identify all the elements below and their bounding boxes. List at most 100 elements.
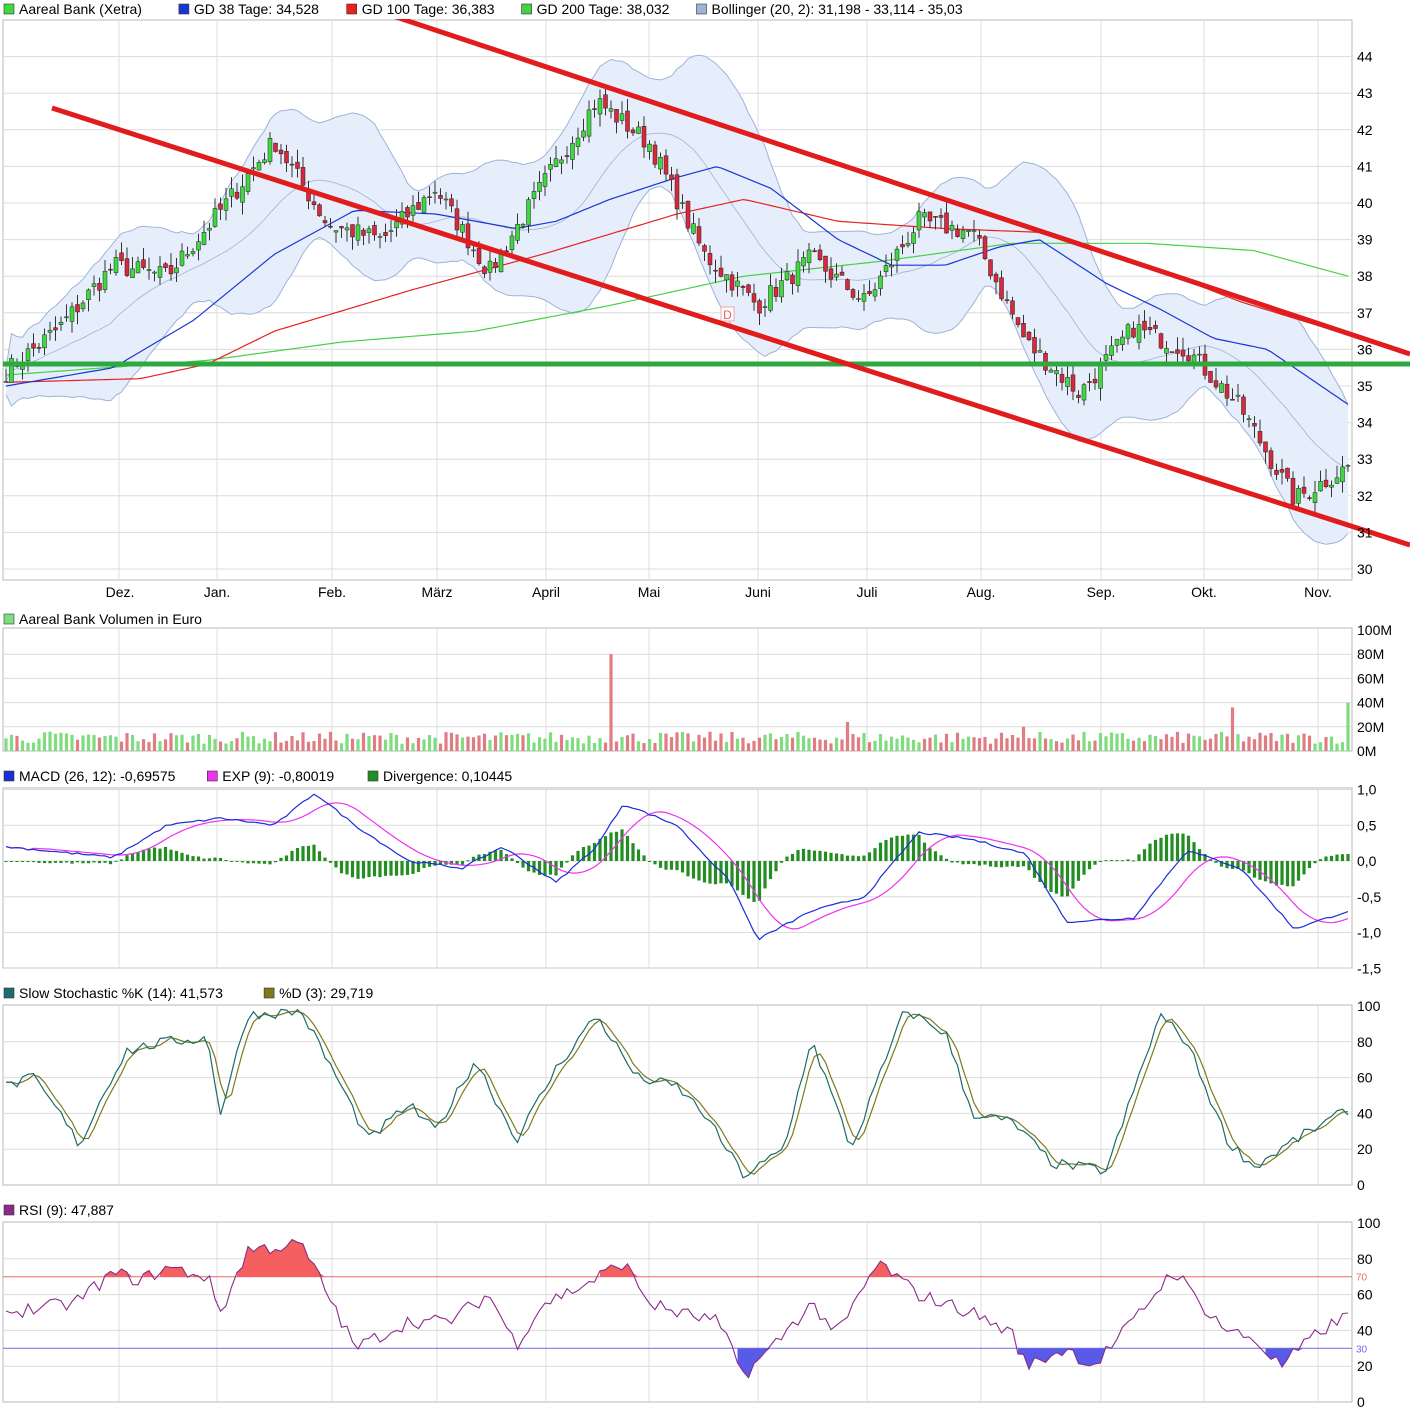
divergence-bar — [680, 861, 685, 873]
candle-body — [735, 280, 740, 287]
volume-bar — [752, 740, 756, 751]
divergence-bar — [1324, 856, 1328, 861]
divergence-bar — [174, 850, 179, 861]
candle-body — [102, 270, 108, 290]
candle-body — [575, 137, 581, 147]
candle-body — [174, 267, 179, 274]
candle-body — [25, 348, 31, 362]
legend-swatch — [178, 3, 190, 15]
divergence-bar — [1274, 861, 1279, 886]
rsi-y-tick: 20 — [1357, 1358, 1373, 1374]
divergence-bar — [576, 850, 580, 861]
legend-label: Slow Stochastic %K (14): 41,573 — [19, 985, 223, 1001]
stoch-y-tick: 80 — [1357, 1034, 1373, 1050]
volume-bar — [235, 738, 239, 751]
divergence-bar — [713, 861, 718, 885]
volume-bar — [427, 735, 432, 751]
volume-bar — [1170, 736, 1174, 751]
volume-bar — [449, 732, 454, 751]
divergence-bar — [9, 861, 14, 862]
volume-bar — [493, 735, 498, 751]
volume-bar — [510, 734, 514, 751]
volume-bar — [37, 738, 41, 751]
volume-bar — [823, 739, 828, 751]
rsi-oversold-fill — [1084, 1348, 1090, 1366]
candle-body — [86, 289, 91, 300]
rsi-y-tick: 0 — [1357, 1394, 1365, 1410]
volume-bar — [873, 740, 877, 751]
divergence-bar — [988, 861, 993, 867]
volume-bar — [576, 738, 580, 751]
divergence-bar — [1076, 861, 1081, 881]
volume-bar — [812, 737, 817, 751]
divergence-bar — [1285, 861, 1290, 887]
candle-body — [1334, 477, 1340, 484]
candle-body — [1252, 423, 1257, 427]
divergence-bar — [1131, 860, 1136, 862]
candle-body — [1323, 479, 1329, 487]
candle-body — [1131, 327, 1136, 338]
volume-bar — [592, 742, 597, 751]
volume-bar — [9, 734, 14, 751]
divergence-bar — [191, 856, 195, 861]
stoch-frame — [2, 1004, 1353, 1186]
candle-body — [1070, 374, 1076, 392]
candle-body — [69, 306, 75, 322]
volume-bar — [1016, 737, 1020, 751]
volume-bar — [1324, 736, 1328, 751]
candle-body — [1301, 486, 1307, 494]
candle-body — [542, 173, 548, 187]
candle-body — [1054, 370, 1059, 375]
candle-body — [1164, 348, 1169, 354]
divergence-bar — [1159, 837, 1163, 861]
divergence-bar — [378, 861, 382, 878]
candle-body — [1114, 338, 1120, 346]
volume-bar — [1291, 742, 1295, 751]
candle-body — [64, 316, 69, 319]
divergence-bar — [664, 861, 668, 870]
candle-body — [922, 212, 927, 218]
candle-body — [1015, 317, 1021, 325]
divergence-bar — [829, 852, 833, 861]
divergence-bar — [889, 837, 894, 861]
volume-bar — [180, 734, 184, 751]
rsi-level-label: 30 — [1356, 1344, 1368, 1355]
month-label: Okt. — [1191, 584, 1217, 600]
volume-bar — [950, 741, 954, 751]
candle-body — [146, 269, 152, 272]
divergence-bar — [339, 861, 344, 874]
candle-body — [526, 199, 531, 226]
divergence-bar — [290, 850, 294, 861]
legend-label: GD 38 Tage: 34,528 — [194, 1, 319, 17]
volume-bar — [559, 734, 564, 751]
divergence-bar — [950, 861, 954, 863]
divergence-bar — [218, 857, 223, 861]
candle-body — [1340, 466, 1345, 483]
volume-bar — [966, 736, 971, 751]
divergence-bar — [4, 861, 8, 862]
volume-bar — [840, 739, 844, 751]
divergence-bar — [977, 861, 982, 866]
volume-bar — [1043, 738, 1048, 751]
candle-body — [91, 283, 97, 287]
candle-body — [1329, 484, 1334, 488]
candle-body — [339, 226, 344, 229]
volume-bar — [983, 736, 987, 751]
candle-body — [707, 253, 713, 266]
candle-body — [1180, 349, 1186, 357]
volume-bar — [1181, 742, 1185, 751]
divergence-bar — [669, 861, 674, 870]
divergence-bar — [840, 854, 844, 861]
candle-body — [201, 232, 207, 245]
price-y-tick: 41 — [1357, 158, 1373, 174]
divergence-bar — [345, 861, 349, 875]
volume-bar — [389, 732, 393, 751]
volume-y-tick: 20M — [1357, 719, 1384, 735]
divergence-bar — [1340, 854, 1345, 861]
stoch-y-tick: 0 — [1357, 1177, 1365, 1193]
divergence-bar — [202, 858, 206, 861]
candle-body — [1026, 331, 1032, 341]
candle-body — [240, 186, 245, 203]
volume-bar — [70, 734, 74, 751]
legend-label: MACD (26, 12): -0,69575 — [19, 768, 176, 784]
